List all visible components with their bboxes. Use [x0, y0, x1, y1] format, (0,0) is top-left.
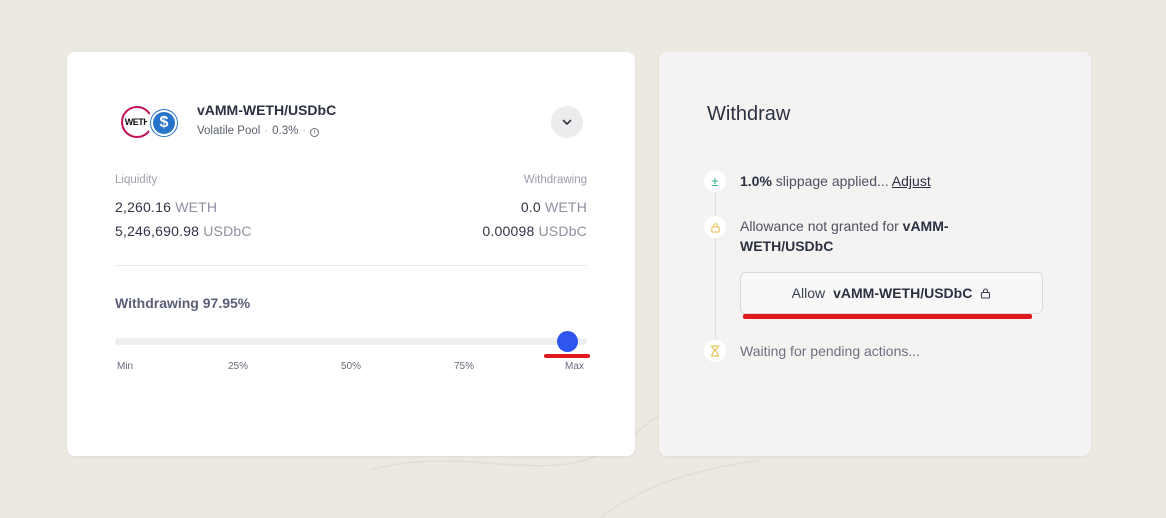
allowance-step: Allowance not granted for vAMM-WETH/USDb…: [740, 218, 949, 254]
slippage-step: 1.0% slippage applied... Adjust: [740, 173, 931, 189]
withdrawing-token0: 0.0 WETH: [520, 199, 587, 215]
slider-tick-50[interactable]: 50%: [341, 361, 361, 372]
hourglass-icon: [704, 340, 726, 362]
pool-name: vAMM-WETH/USDbC: [197, 102, 337, 118]
red-underline-annotation: [544, 354, 590, 358]
divider: [115, 265, 587, 266]
usdc-token-icon: $: [147, 106, 181, 140]
lock-icon: [704, 216, 726, 238]
allow-button[interactable]: Allow vAMM-WETH/USDbC: [740, 272, 1043, 314]
timeline-line: [715, 182, 716, 350]
token-pair-icons: WETH $: [121, 106, 181, 140]
pool-meta: Volatile Pool · 0.3% · i: [197, 125, 320, 137]
withdraw-title: Withdraw: [707, 103, 791, 125]
pool-header: WETH $ vAMM-WETH/USDbC Volatile Pool · 0.3…: [115, 102, 587, 144]
slider-tick-max[interactable]: Max: [565, 361, 584, 372]
unlock-icon: [980, 287, 991, 299]
liquidity-token0: 2,260.16 WETH: [115, 199, 218, 215]
usdc-dollar-glyph: $: [151, 110, 177, 136]
chevron-down-icon: [562, 119, 572, 125]
withdraw-slider-thumb[interactable]: [557, 331, 578, 352]
slider-tick-25[interactable]: 25%: [228, 361, 248, 372]
plus-minus-icon: ±: [704, 170, 726, 192]
withdrawing-token1: 0.00098 USDbC: [482, 223, 587, 239]
pool-position-card: WETH $ vAMM-WETH/USDbC Volatile Pool · 0.3…: [67, 52, 635, 456]
pool-type: Volatile Pool: [197, 125, 261, 137]
slider-tick-75[interactable]: 75%: [454, 361, 474, 372]
waiting-step: Waiting for pending actions...: [740, 343, 921, 359]
pool-fee: 0.3%: [272, 125, 299, 137]
withdraw-panel: Withdraw ± 1.0% slippage applied... Adju…: [659, 52, 1091, 456]
slider-tick-min[interactable]: Min: [117, 361, 133, 372]
withdraw-slider-track[interactable]: [115, 338, 587, 345]
liquidity-token1: 5,246,690.98 USDbC: [115, 223, 252, 239]
expand-pool-button[interactable]: [551, 106, 583, 138]
withdrawing-label: Withdrawing: [523, 174, 587, 186]
red-underline-annotation: [743, 314, 1032, 319]
withdraw-percentage-label: Withdrawing 97.95%: [115, 295, 251, 311]
liquidity-label: Liquidity: [115, 174, 158, 186]
info-icon[interactable]: i: [310, 128, 320, 137]
adjust-slippage-link[interactable]: Adjust: [892, 173, 931, 189]
